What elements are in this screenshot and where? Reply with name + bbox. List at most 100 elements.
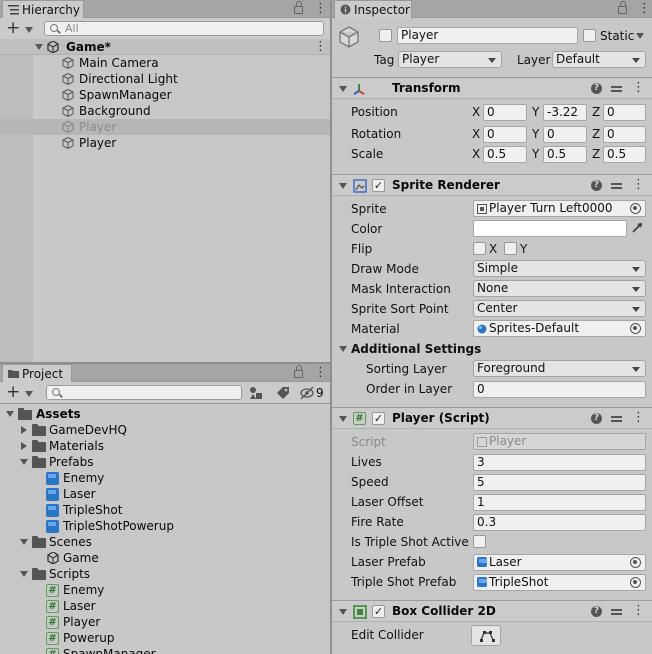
static-dropdown-icon[interactable] <box>636 33 644 39</box>
collapsed-icon[interactable] <box>21 442 27 450</box>
flip-y-checkbox[interactable] <box>504 242 517 255</box>
mask-interaction-dropdown[interactable]: None <box>473 280 646 297</box>
hierarchy-item[interactable]: Main Camera <box>0 55 330 71</box>
component-menu-icon[interactable] <box>632 80 645 95</box>
eyedropper-icon[interactable] <box>631 222 643 234</box>
scene-row[interactable]: Game* <box>0 39 330 55</box>
tab-inspector[interactable]: Inspector <box>334 0 412 19</box>
object-picker-icon[interactable] <box>630 577 641 588</box>
hierarchy-item-selected[interactable]: Player <box>0 119 330 135</box>
add-icon[interactable]: + <box>6 18 20 38</box>
kebab-menu-icon[interactable] <box>638 1 651 16</box>
horizontal-divider[interactable] <box>0 362 330 364</box>
tree-item-assets[interactable]: Assets <box>0 406 330 422</box>
filter-by-type-icon[interactable] <box>249 386 263 400</box>
chevron-down-icon[interactable] <box>25 27 33 33</box>
tree-item-gamedevhq[interactable]: GameDevHQ <box>0 422 330 438</box>
box-collider-header[interactable]: ✓ Box Collider 2D ? <box>332 600 652 622</box>
object-name-field[interactable]: Player <box>397 27 578 44</box>
tag-dropdown[interactable]: Player <box>398 51 502 68</box>
hierarchy-item[interactable]: Background <box>0 103 330 119</box>
expand-icon[interactable] <box>20 459 28 465</box>
static-checkbox[interactable] <box>583 29 596 42</box>
vertical-divider[interactable] <box>330 0 332 654</box>
tree-item-scene[interactable]: Game <box>0 550 330 566</box>
box-collider-enabled-checkbox[interactable]: ✓ <box>372 605 385 618</box>
foldout-icon[interactable] <box>339 183 347 189</box>
expand-icon[interactable] <box>20 571 28 577</box>
presets-icon[interactable] <box>611 83 622 94</box>
help-icon[interactable]: ? <box>591 180 602 191</box>
presets-icon[interactable] <box>611 180 622 191</box>
tree-item-prefab[interactable]: Laser <box>0 486 330 502</box>
help-icon[interactable]: ? <box>591 606 602 617</box>
transform-header[interactable]: Transform ? <box>332 77 652 99</box>
presets-icon[interactable] <box>611 606 622 617</box>
position-y-field[interactable]: -3.22 <box>543 104 587 121</box>
sprite-renderer-enabled-checkbox[interactable]: ✓ <box>372 179 385 192</box>
object-picker-icon[interactable] <box>630 203 641 214</box>
tree-item-prefab[interactable]: TripleShot <box>0 502 330 518</box>
triple-shot-prefab-field[interactable]: TripleShot <box>473 574 646 591</box>
tab-project[interactable]: Project <box>2 364 72 383</box>
rotation-z-field[interactable]: 0 <box>603 126 646 143</box>
tree-item-prefab[interactable]: TripleShotPowerup <box>0 518 330 534</box>
foldout-icon[interactable] <box>339 609 347 615</box>
lock-icon[interactable] <box>294 365 303 378</box>
object-picker-icon[interactable] <box>630 323 641 334</box>
tree-item-prefab[interactable]: Enemy <box>0 470 330 486</box>
edit-collider-button[interactable] <box>471 625 501 646</box>
laser-prefab-field[interactable]: Laser <box>473 554 646 571</box>
draw-mode-dropdown[interactable]: Simple <box>473 260 646 277</box>
color-field[interactable] <box>473 220 627 237</box>
project-search-input[interactable] <box>46 385 242 400</box>
tree-item-script[interactable]: # Powerup <box>0 630 330 646</box>
lock-icon[interactable] <box>618 1 627 14</box>
tree-item-scripts[interactable]: Scripts <box>0 566 330 582</box>
player-script-enabled-checkbox[interactable]: ✓ <box>372 412 385 425</box>
hidden-packages-icon[interactable] <box>300 386 314 400</box>
tree-item-script[interactable]: # Enemy <box>0 582 330 598</box>
fire-rate-field[interactable]: 0.3 <box>473 514 646 531</box>
additional-settings-label[interactable]: Additional Settings <box>351 341 481 357</box>
chevron-down-icon[interactable] <box>25 391 33 397</box>
sprite-renderer-header[interactable]: ✓ Sprite Renderer ? <box>332 174 652 196</box>
tree-item-materials[interactable]: Materials <box>0 438 330 454</box>
hierarchy-item[interactable]: SpawnManager <box>0 87 330 103</box>
tree-item-prefabs[interactable]: Prefabs <box>0 454 330 470</box>
presets-icon[interactable] <box>611 413 622 424</box>
expand-icon[interactable] <box>35 44 43 50</box>
lock-icon[interactable] <box>294 1 303 14</box>
tree-item-script[interactable]: # SpawnManager <box>0 646 330 654</box>
scene-menu-icon[interactable] <box>314 39 327 55</box>
scale-x-field[interactable]: 0.5 <box>483 146 527 163</box>
tree-item-scenes[interactable]: Scenes <box>0 534 330 550</box>
expand-icon[interactable] <box>20 539 28 545</box>
material-field[interactable]: Sprites-Default <box>473 320 646 337</box>
speed-field[interactable]: 5 <box>473 474 646 491</box>
sprite-sort-point-dropdown[interactable]: Center <box>473 300 646 317</box>
laser-offset-field[interactable]: 1 <box>473 494 646 511</box>
hierarchy-item[interactable]: Player <box>0 135 330 151</box>
expand-icon[interactable] <box>6 411 14 417</box>
position-z-field[interactable]: 0 <box>603 104 646 121</box>
tree-item-script[interactable]: # Player <box>0 614 330 630</box>
object-picker-icon[interactable] <box>630 557 641 568</box>
rotation-y-field[interactable]: 0 <box>543 126 587 143</box>
component-menu-icon[interactable] <box>632 603 645 618</box>
help-icon[interactable]: ? <box>591 83 602 94</box>
hierarchy-item[interactable]: Directional Light <box>0 71 330 87</box>
position-x-field[interactable]: 0 <box>483 104 527 121</box>
collapsed-icon[interactable] <box>21 426 27 434</box>
scale-y-field[interactable]: 0.5 <box>543 146 587 163</box>
add-icon[interactable]: + <box>6 382 20 402</box>
player-script-header[interactable]: # ✓ Player (Script) ? <box>332 407 652 429</box>
tree-item-script[interactable]: # Laser <box>0 598 330 614</box>
foldout-icon[interactable] <box>339 86 347 92</box>
order-in-layer-field[interactable]: 0 <box>473 381 646 398</box>
component-menu-icon[interactable] <box>632 410 645 425</box>
kebab-menu-icon[interactable] <box>314 1 327 16</box>
tab-hierarchy[interactable]: Hierarchy <box>2 0 84 19</box>
hierarchy-search-input[interactable]: All <box>44 21 324 36</box>
additional-settings-foldout-icon[interactable] <box>339 346 347 352</box>
